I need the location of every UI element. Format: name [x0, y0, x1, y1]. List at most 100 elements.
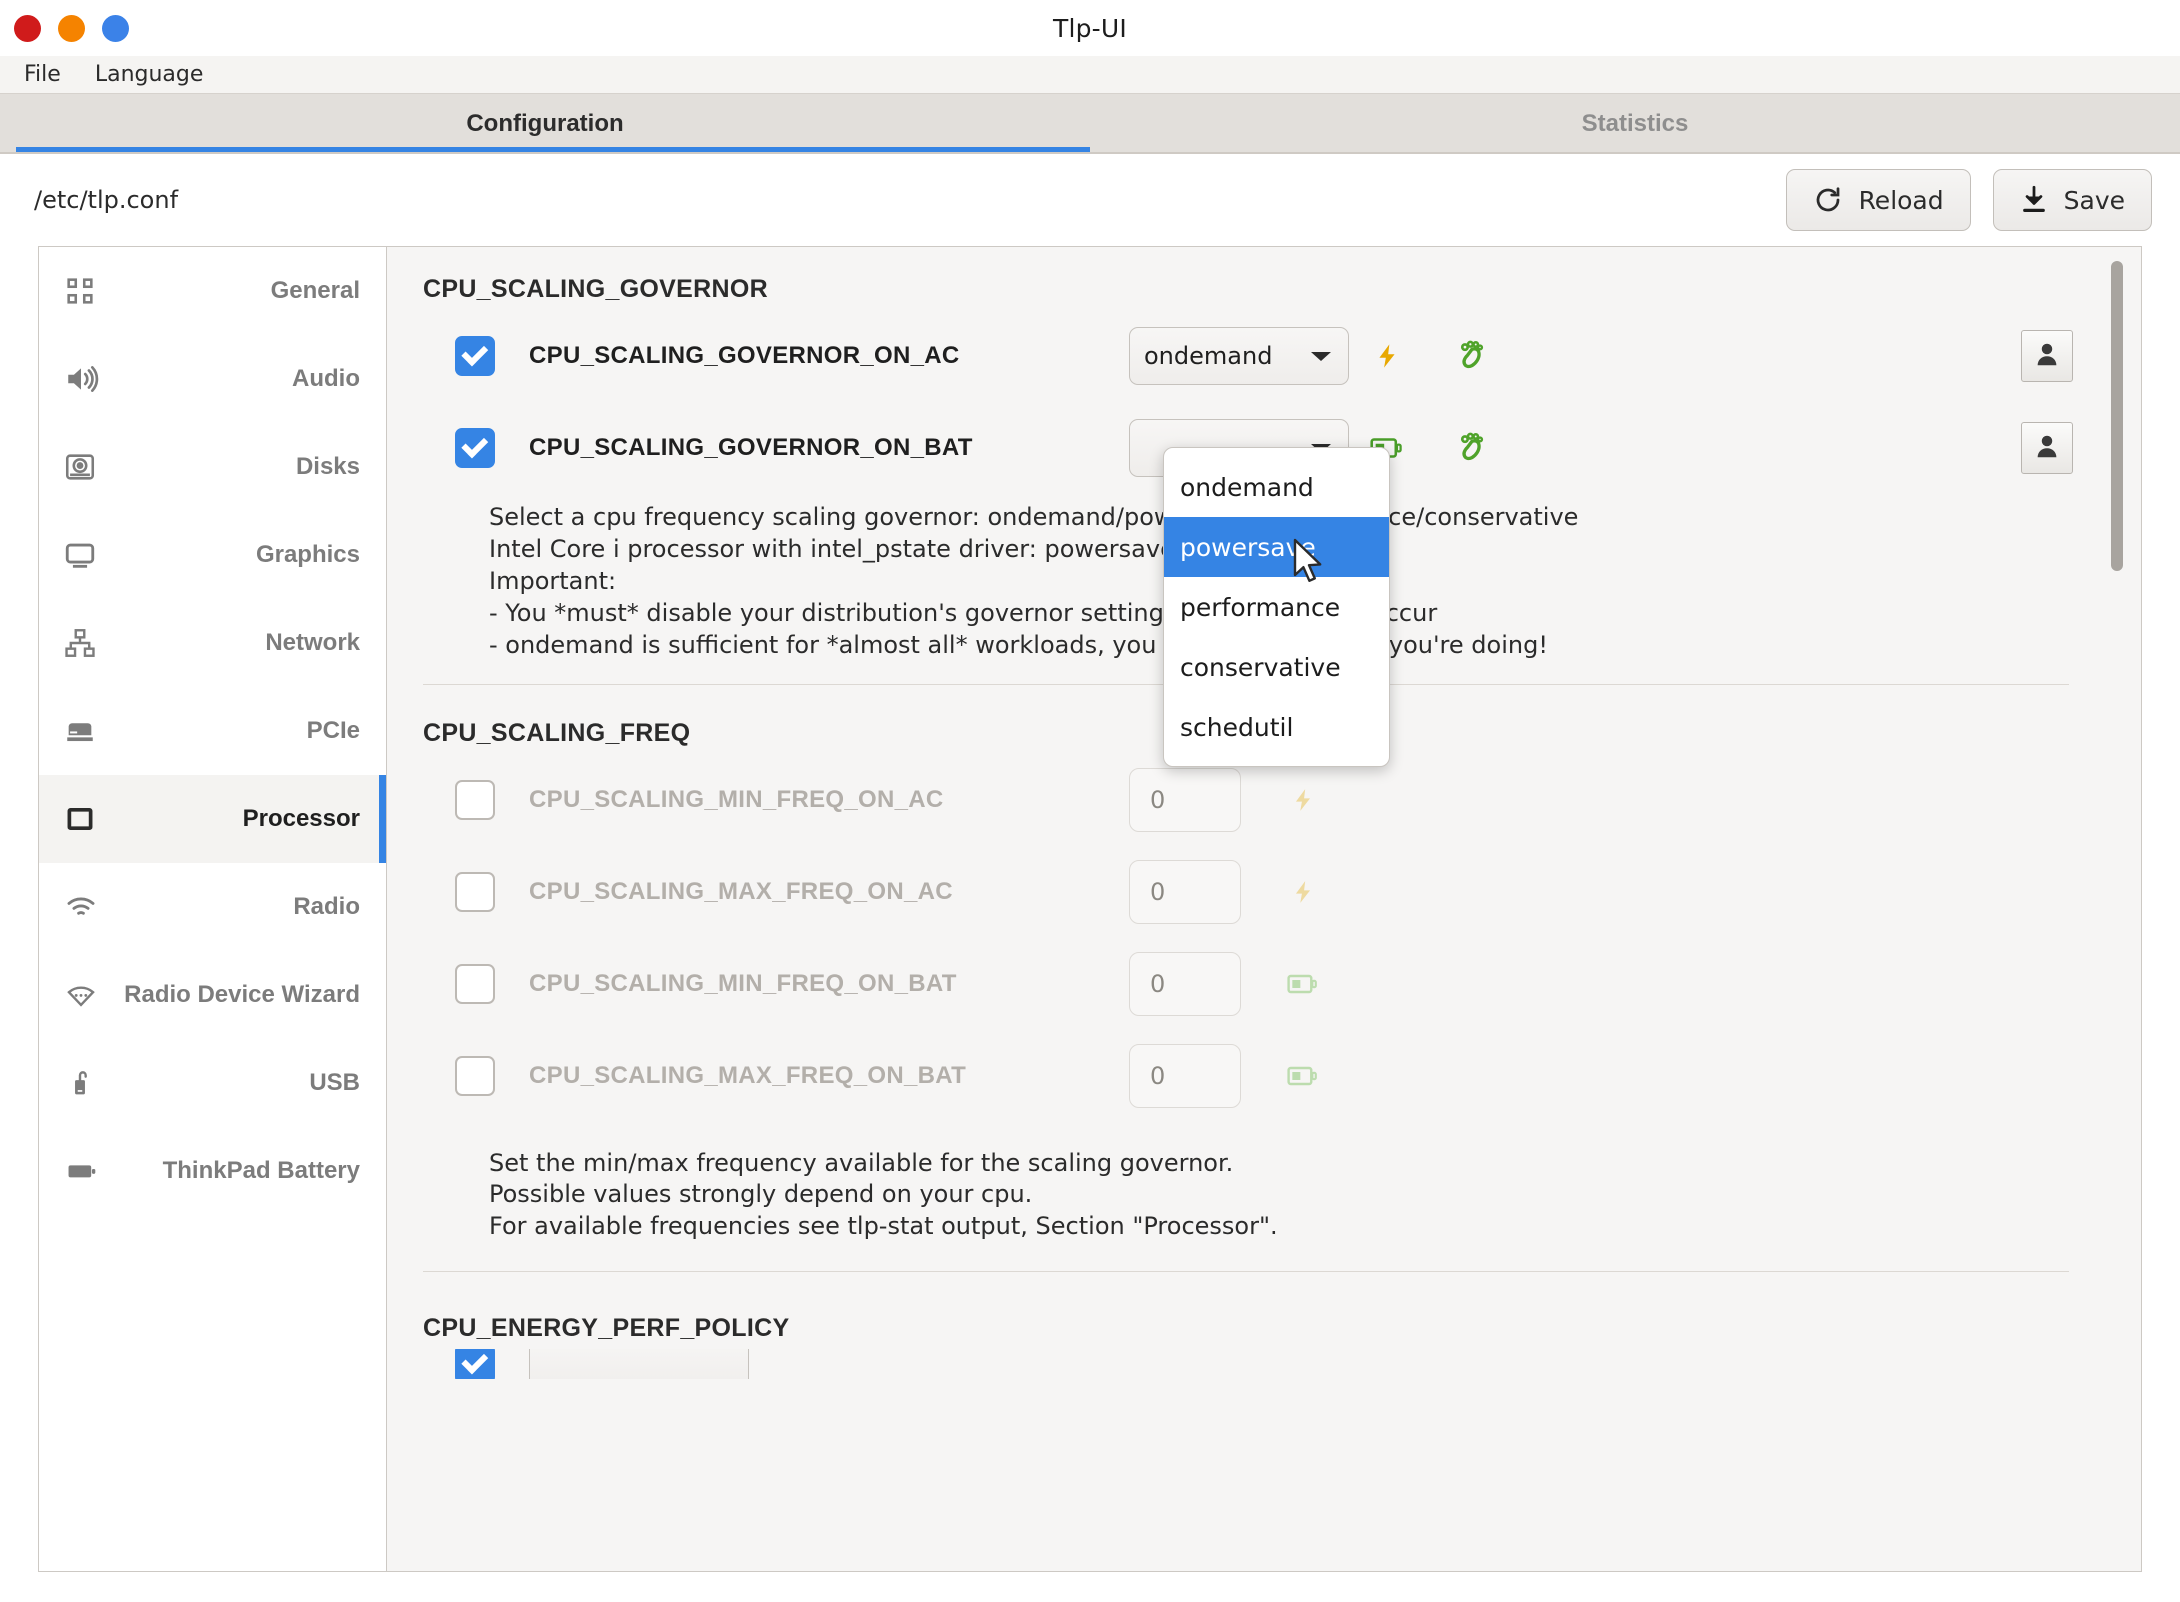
setting-name: CPU_SCALING_MAX_FREQ_ON_BAT	[529, 1061, 967, 1089]
settings-list: CPU_SCALING_GOVERNOR CPU_SCALING_GOVERNO…	[387, 247, 2141, 1571]
cpu-icon	[63, 802, 115, 836]
harddisk-icon	[63, 450, 115, 484]
enable-checkbox[interactable]	[455, 963, 495, 1004]
config-path-label: /etc/tlp.conf	[34, 186, 179, 214]
content-panel: CPU_SCALING_GOVERNOR CPU_SCALING_GOVERNO…	[386, 246, 2142, 1572]
section-divider	[423, 1271, 2069, 1273]
max-freq-bat-input[interactable]: 0	[1129, 1043, 1241, 1108]
gnome-foot-icon	[1425, 429, 1517, 467]
setting-name: CPU_SCALING_MIN_FREQ_ON_AC	[529, 785, 944, 813]
setting-row: CPU_SCALING_MAX_FREQ_ON_BAT 0	[411, 1030, 2081, 1122]
ac-bolt-icon	[1265, 784, 1341, 816]
governor-ac-combobox[interactable]: ondemand	[1129, 327, 1349, 385]
battery-icon	[63, 1154, 115, 1188]
min-freq-ac-input[interactable]: 0	[1129, 767, 1241, 832]
sidebar-item-radio[interactable]: Radio	[39, 863, 386, 951]
save-icon	[2020, 185, 2048, 215]
tab-configuration[interactable]: Configuration	[0, 94, 1090, 154]
battery-icon	[1265, 1064, 1341, 1088]
sidebar-item-network[interactable]: Network	[39, 599, 386, 687]
enable-checkbox[interactable]	[455, 1349, 495, 1380]
usb-icon	[63, 1066, 115, 1100]
energy-perf-policy-combobox[interactable]	[529, 1349, 749, 1380]
reload-icon	[1813, 185, 1843, 215]
enable-checkbox[interactable]	[455, 336, 495, 376]
tabbar: Configuration Statistics	[0, 94, 2180, 154]
app-window: Tlp-UI File Language Configuration Stati…	[0, 0, 2180, 1602]
sidebar-item-pcie[interactable]: PCIe	[39, 687, 386, 775]
tabbar-underline	[0, 152, 2180, 154]
user-override-button[interactable]	[2021, 330, 2073, 382]
ac-bolt-icon	[1349, 339, 1425, 373]
content-scrollbar[interactable]	[2109, 257, 2125, 1561]
sidebar-item-label: Graphics	[255, 541, 360, 568]
tab-statistics[interactable]: Statistics	[1090, 94, 2180, 154]
sidebar-item-disks[interactable]: Disks	[39, 423, 386, 511]
enable-checkbox[interactable]	[455, 779, 495, 820]
sidebar-item-label: PCIe	[306, 717, 360, 744]
dropdown-option-ondemand[interactable]: ondemand	[1164, 457, 1389, 517]
setting-name: CPU_SCALING_GOVERNOR_ON_AC	[529, 342, 960, 369]
dropdown-option-powersave[interactable]: powersave	[1164, 517, 1389, 577]
user-override-button[interactable]	[2021, 422, 2073, 474]
setting-name: CPU_SCALING_MIN_FREQ_ON_BAT	[529, 969, 957, 997]
sidebar-item-audio[interactable]: Audio	[39, 335, 386, 423]
battery-icon	[1265, 972, 1341, 996]
setting-row: CPU_SCALING_GOVERNOR_ON_AC ondemand	[411, 310, 2081, 402]
wifi-icon	[63, 890, 115, 924]
setting-row: CPU_SCALING_MIN_FREQ_ON_BAT 0	[411, 938, 2081, 1030]
avatar	[2032, 339, 2062, 373]
sidebar-item-label: General	[270, 277, 360, 304]
sidebar-item-radio-device-wizard[interactable]: Radio Device Wizard	[39, 951, 386, 1039]
speaker-icon	[63, 362, 115, 396]
section-description: Set the min/max frequency available for …	[489, 1148, 1278, 1241]
dropdown-option-schedutil[interactable]: schedutil	[1164, 697, 1389, 757]
network-icon	[63, 626, 115, 660]
save-button-label: Save	[2063, 185, 2125, 215]
titlebar: Tlp-UI	[0, 0, 2180, 56]
enable-checkbox[interactable]	[455, 871, 495, 912]
setting-row: CPU_SCALING_MAX_FREQ_ON_AC 0	[411, 846, 2081, 938]
setting-name: CPU_SCALING_GOVERNOR_ON_BAT	[529, 434, 973, 461]
section-title: CPU_ENERGY_PERF_POLICY	[423, 1314, 790, 1343]
sidebar: General Audio Disks Graphics Network PCI…	[38, 246, 386, 1572]
reload-button-label: Reload	[1858, 185, 1944, 215]
sidebar-item-label: Processor	[242, 805, 360, 832]
sidebar-item-general[interactable]: General	[39, 247, 386, 335]
setting-row	[411, 1349, 2081, 1380]
body: General Audio Disks Graphics Network PCI…	[0, 246, 2180, 1602]
dropdown-option-performance[interactable]: performance	[1164, 577, 1389, 637]
enable-checkbox[interactable]	[455, 1055, 495, 1096]
section-title: CPU_SCALING_GOVERNOR	[423, 275, 768, 303]
sidebar-item-thinkpad-battery[interactable]: ThinkPad Battery	[39, 1127, 386, 1215]
ac-bolt-icon	[1265, 876, 1341, 908]
menu-file[interactable]: File	[12, 58, 73, 91]
chevron-down-icon	[1308, 343, 1334, 369]
window-title: Tlp-UI	[1053, 13, 1127, 43]
menu-language[interactable]: Language	[83, 58, 216, 91]
sidebar-item-processor[interactable]: Processor	[39, 775, 386, 863]
sidebar-item-label: Radio Device Wizard	[124, 981, 360, 1008]
monitor-icon	[63, 538, 115, 572]
mouse-cursor	[1293, 538, 1327, 590]
reload-button[interactable]: Reload	[1785, 169, 1971, 231]
enable-checkbox[interactable]	[455, 428, 495, 468]
scrollbar-thumb[interactable]	[2111, 261, 2123, 571]
avatar	[2032, 431, 2062, 465]
max-freq-ac-input[interactable]: 0	[1129, 859, 1241, 924]
setting-name: CPU_SCALING_MAX_FREQ_ON_AC	[529, 877, 953, 905]
save-button[interactable]: Save	[1992, 169, 2152, 231]
sidebar-item-usb[interactable]: USB	[39, 1039, 386, 1127]
sidebar-item-label: Network	[265, 629, 360, 656]
governor-dropdown-menu[interactable]: ondemand powersave performance conservat…	[1163, 447, 1390, 767]
dropdown-option-conservative[interactable]: conservative	[1164, 637, 1389, 697]
min-freq-bat-input[interactable]: 0	[1129, 951, 1241, 1016]
toolbar: /etc/tlp.conf Reload Save	[0, 154, 2180, 246]
gnome-foot-icon	[1425, 337, 1517, 375]
pcie-card-icon	[63, 714, 115, 748]
combobox-value: ondemand	[1144, 342, 1273, 370]
menubar: File Language	[0, 56, 2180, 94]
sidebar-item-label: Radio	[293, 893, 360, 920]
wifi-wizard-icon	[63, 978, 115, 1012]
sidebar-item-graphics[interactable]: Graphics	[39, 511, 386, 599]
